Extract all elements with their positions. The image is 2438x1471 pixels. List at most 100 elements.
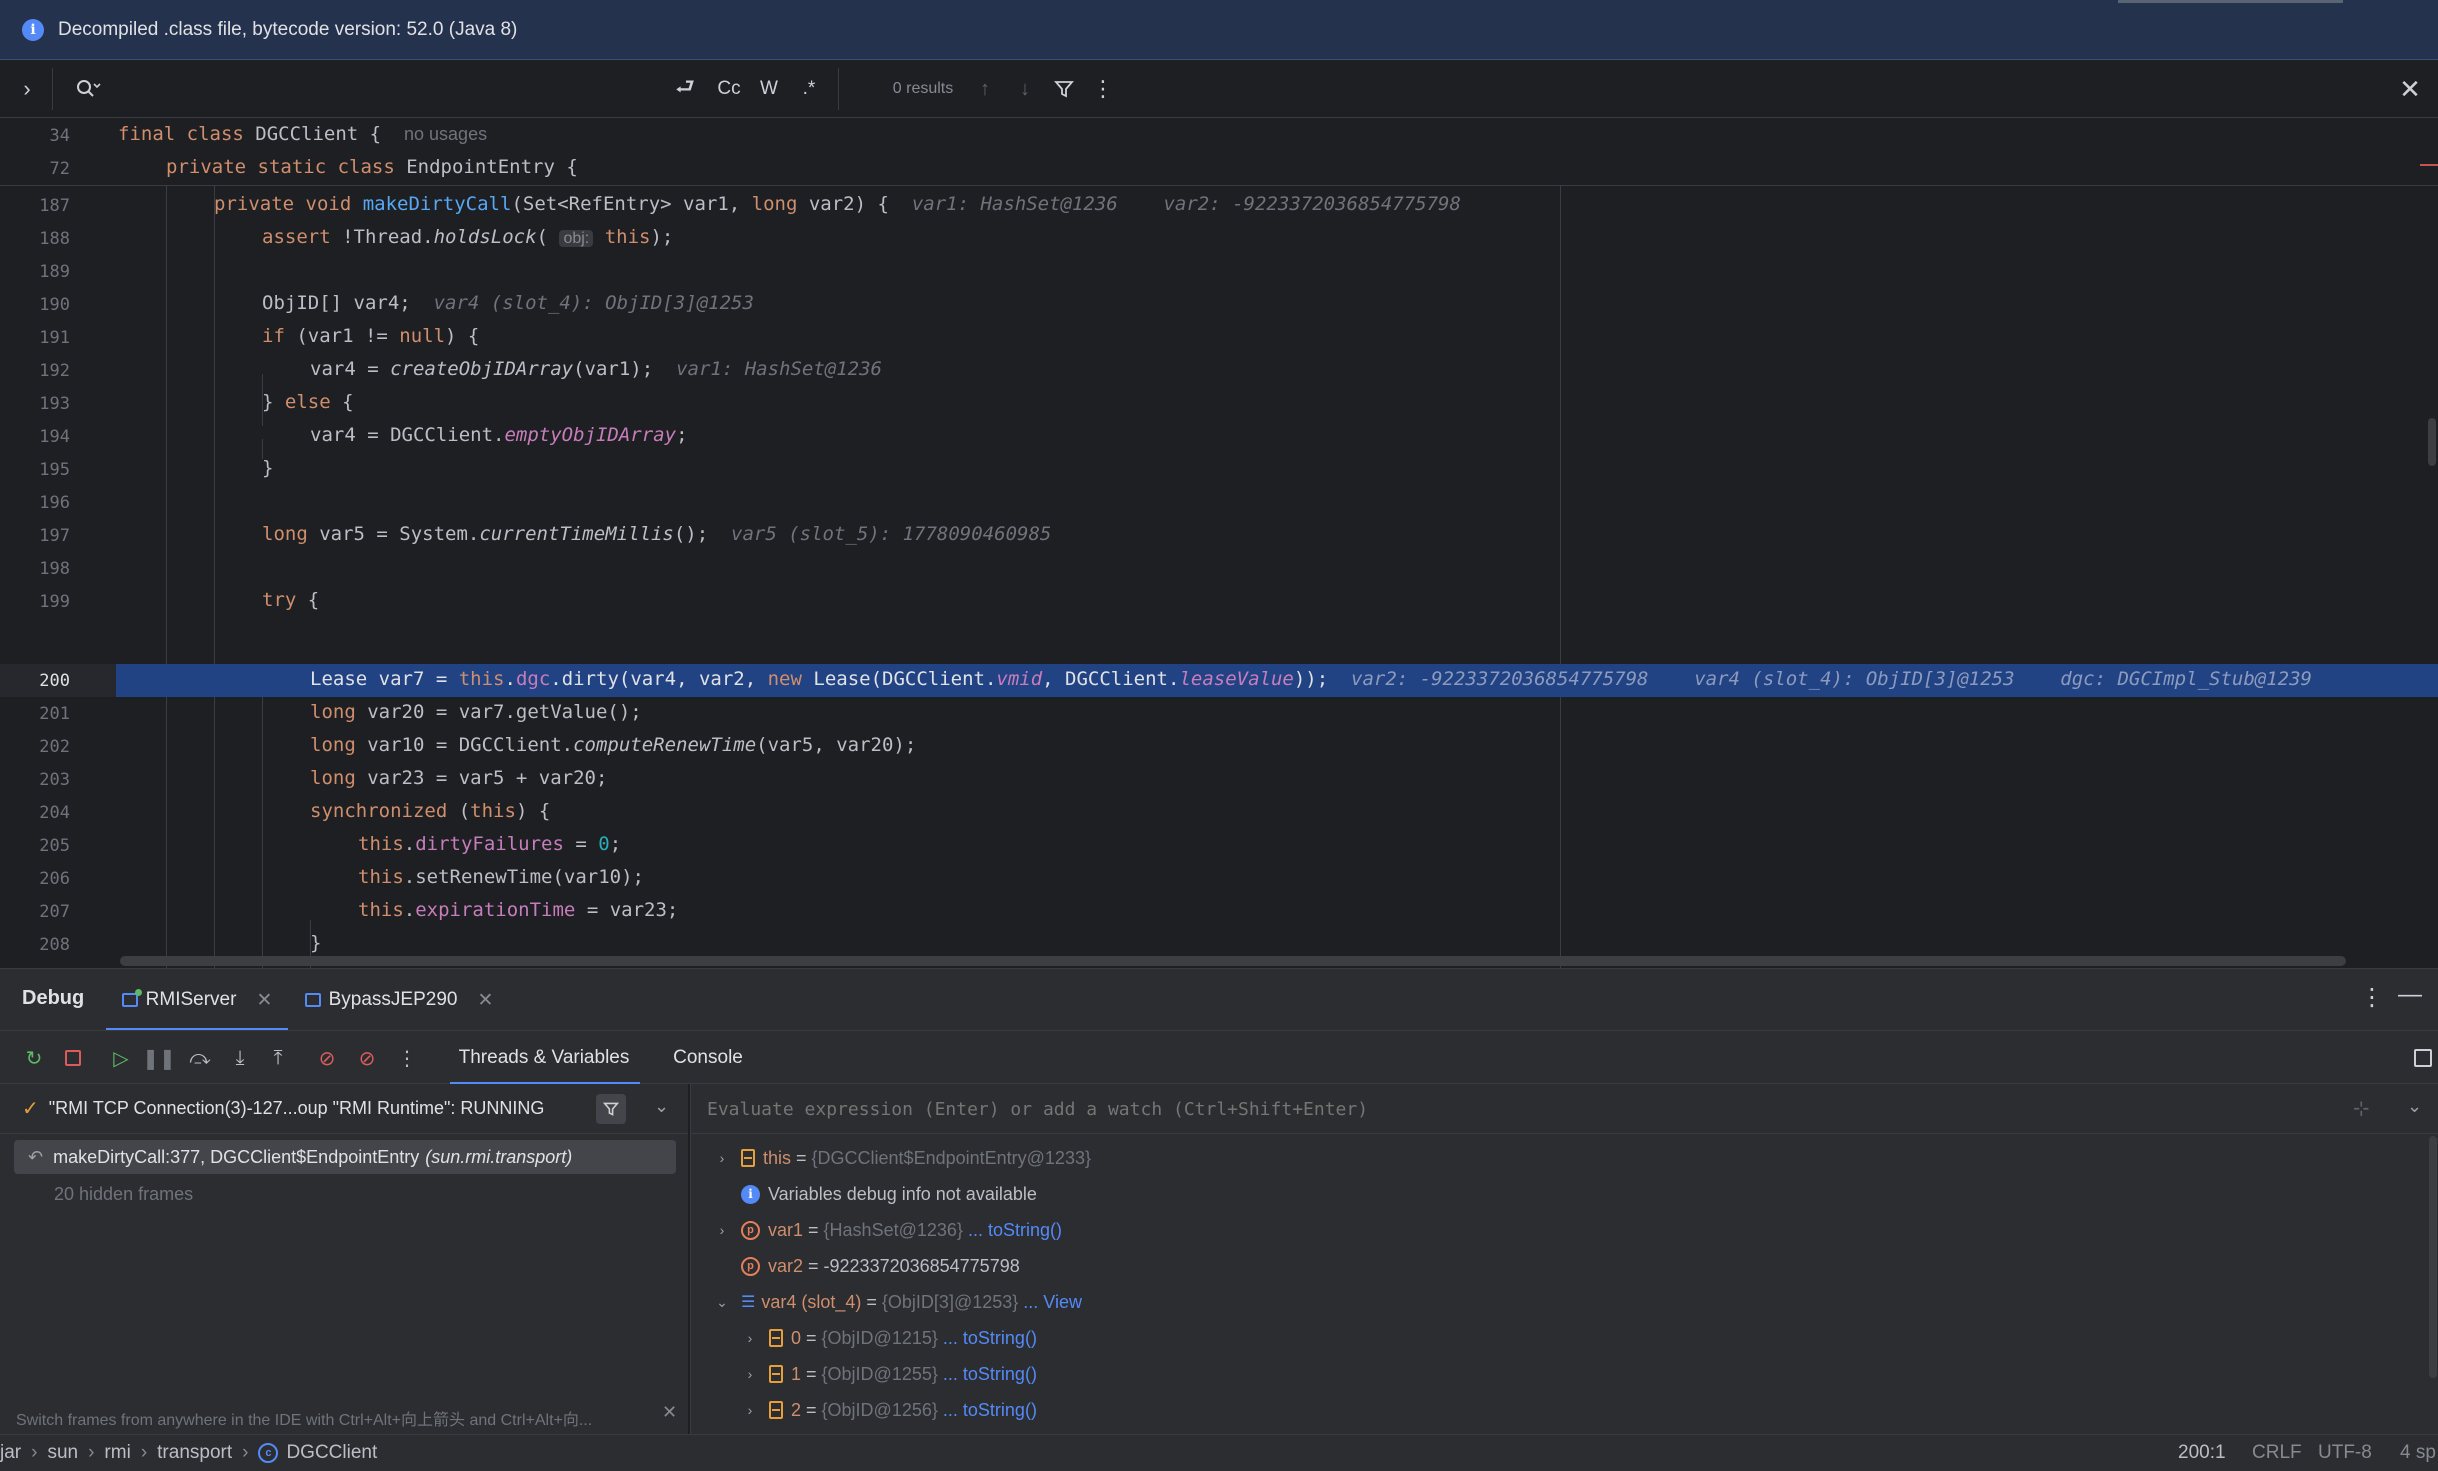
- search-history-icon[interactable]: [70, 60, 106, 118]
- breadcrumb-item[interactable]: transport: [157, 1442, 232, 1464]
- match-newline-toggle[interactable]: ⮐: [668, 60, 702, 118]
- sticky-line[interactable]: final class DGCClient { no usages: [118, 123, 487, 145]
- line-number: 208: [39, 935, 70, 955]
- step-into-icon[interactable]: ⤓: [224, 1031, 256, 1085]
- tab-console[interactable]: Console: [664, 1031, 752, 1085]
- variable-row-var4[interactable]: ⌄ ☰ var4 (slot_4) = {ObjID[3]@1253} ... …: [691, 1284, 2391, 1320]
- stop-icon[interactable]: [58, 1031, 88, 1085]
- file-encoding[interactable]: UTF-8: [2318, 1442, 2372, 1464]
- code-line: long var20 = var7.getValue();: [310, 701, 642, 723]
- close-find-icon[interactable]: ✕: [2394, 60, 2426, 118]
- variable-row-element-1[interactable]: › 1 = {ObjID@1255} ... toString(): [691, 1356, 2391, 1392]
- chevron-right-icon[interactable]: ›: [713, 1150, 731, 1166]
- breadcrumb-item[interactable]: DGCClient: [286, 1442, 377, 1464]
- thread-selector[interactable]: ✓ "RMI TCP Connection(3)-127...oup "RMI …: [0, 1084, 688, 1134]
- line-number: 188: [39, 229, 70, 249]
- mute-breakpoints-icon[interactable]: ⊘: [350, 1031, 384, 1085]
- stack-frame-selected[interactable]: ↶ makeDirtyCall:377, DGCClient$EndpointE…: [14, 1140, 676, 1174]
- parameter-icon: p: [741, 1256, 760, 1276]
- filter-icon[interactable]: [1050, 60, 1078, 118]
- code-editor[interactable]: 185 } 186 187 private void makeDirtyCall…: [0, 118, 2438, 968]
- filter-icon[interactable]: [596, 1094, 626, 1124]
- more-options-icon[interactable]: ⋮: [1090, 60, 1116, 118]
- run-config-icon: [304, 993, 321, 1007]
- rerun-icon[interactable]: ↻: [18, 1031, 50, 1085]
- indent-setting[interactable]: 4 sp: [2400, 1442, 2436, 1464]
- var-eq: =: [861, 1291, 882, 1312]
- line-number: 206: [39, 869, 70, 889]
- breadcrumb-item[interactable]: rmi: [104, 1442, 130, 1464]
- code-line: ObjID[] var4; var4 (slot_4): ObjID[3]@12…: [262, 292, 754, 314]
- more-options-icon[interactable]: ⋮: [2360, 983, 2384, 1012]
- tab-bypassjep290[interactable]: BypassJEP290 ✕: [304, 969, 494, 1031]
- minimize-icon[interactable]: —: [2398, 981, 2422, 1009]
- var-name: this: [763, 1147, 792, 1168]
- chevron-right-icon[interactable]: ›: [713, 1222, 731, 1238]
- add-watch-icon[interactable]: ⊹: [2353, 1096, 2370, 1121]
- view-link[interactable]: ... View: [1023, 1292, 1082, 1313]
- match-case-toggle[interactable]: Cc: [712, 60, 746, 118]
- variable-row-var1[interactable]: › p var1 = {HashSet@1236} ... toString(): [691, 1212, 2391, 1248]
- step-out-icon[interactable]: ⤒: [262, 1031, 294, 1085]
- line-separator[interactable]: CRLF: [2252, 1442, 2302, 1464]
- line-number-current: 200: [39, 671, 70, 691]
- var-value: {ObjID@1255}: [821, 1363, 938, 1384]
- sticky-line[interactable]: private static class EndpointEntry {: [166, 156, 578, 178]
- tostring-link[interactable]: ... toString(): [943, 1400, 1037, 1421]
- variable-row-element-2[interactable]: › 2 = {ObjID@1256} ... toString(): [691, 1392, 2391, 1428]
- chevron-right-icon[interactable]: ›: [741, 1330, 759, 1346]
- pause-icon[interactable]: ❚❚: [142, 1031, 176, 1085]
- evaluate-expression-bar: ⊹ ⌄: [691, 1084, 2438, 1134]
- resume-icon[interactable]: ▷: [104, 1031, 138, 1085]
- tostring-link[interactable]: ... toString(): [943, 1364, 1037, 1385]
- chevron-right-icon[interactable]: ›: [741, 1366, 759, 1382]
- var-name: var1: [768, 1219, 804, 1240]
- whole-word-toggle[interactable]: W: [752, 60, 786, 118]
- debug-toolbar: ↻ ▷ ❚❚ ⤼ ⤓ ⤒ ⊘ ⊘ ⋮ Threads & Variables C…: [0, 1030, 2438, 1085]
- chevron-right-icon[interactable]: ›: [741, 1402, 759, 1418]
- var-value: {ObjID@1215}: [821, 1327, 938, 1348]
- expand-replace-icon[interactable]: ›: [12, 60, 42, 118]
- close-tab-icon[interactable]: ✕: [477, 989, 493, 1012]
- hidden-frames-toggle[interactable]: 20 hidden frames: [54, 1184, 193, 1205]
- step-over-icon[interactable]: ⤼: [184, 1031, 216, 1085]
- tostring-link[interactable]: ... toString(): [943, 1328, 1037, 1349]
- chevron-down-icon[interactable]: ⌄: [713, 1294, 731, 1311]
- chevron-right-icon: ›: [88, 1442, 95, 1463]
- evaluate-expression-input[interactable]: [707, 1092, 2307, 1126]
- var-name: var4 (slot_4): [761, 1291, 862, 1312]
- variable-row-element-0[interactable]: › 0 = {ObjID@1215} ... toString(): [691, 1320, 2391, 1356]
- search-input[interactable]: [110, 70, 650, 108]
- code-line: private void makeDirtyCall(Set<RefEntry>…: [214, 193, 1461, 215]
- variable-row-this[interactable]: › this = {DGCClient$EndpointEntry@1233}: [691, 1140, 2391, 1176]
- close-tip-icon[interactable]: ✕: [662, 1402, 677, 1423]
- code-line-current: Lease var7 = this.dgc.dirty(var4, var2, …: [310, 668, 2312, 690]
- class-icon: c: [258, 1443, 279, 1463]
- vertical-scrollbar[interactable]: [2428, 418, 2436, 466]
- var-eq: =: [801, 1327, 822, 1348]
- find-bar: › ⮐ Cc W .* 0 results ↑ ↓ ⋮ ✕: [0, 60, 2438, 118]
- view-breakpoints-icon[interactable]: ⊘: [310, 1031, 344, 1085]
- caret-position[interactable]: 200:1: [2178, 1442, 2226, 1464]
- frames-panel: ✓ "RMI TCP Connection(3)-127...oup "RMI …: [0, 1084, 688, 1434]
- variables-scrollbar[interactable]: [2429, 1136, 2437, 1378]
- layout-settings-icon[interactable]: [2408, 1031, 2438, 1085]
- horizontal-scrollbar[interactable]: [120, 956, 2346, 966]
- inline-value-hint: dgc: DGCImpl_Stub@1239: [2060, 668, 2312, 690]
- tostring-link[interactable]: ... toString(): [968, 1220, 1062, 1241]
- close-tab-icon[interactable]: ✕: [256, 989, 272, 1012]
- next-occurrence-icon[interactable]: ↓: [1012, 60, 1038, 118]
- chevron-down-icon[interactable]: ⌄: [654, 1096, 669, 1117]
- var-name: 0: [791, 1327, 802, 1348]
- banner-text: Decompiled .class file, bytecode version…: [58, 18, 518, 40]
- variable-row-var2[interactable]: p var2 = -9223372036854775798: [691, 1248, 2391, 1284]
- breadcrumb-item[interactable]: jar: [0, 1442, 21, 1464]
- sticky-scroll-header[interactable]: 34 final class DGCClient { no usages 72 …: [0, 118, 2438, 186]
- chevron-down-icon[interactable]: ⌄: [2407, 1096, 2422, 1117]
- more-actions-icon[interactable]: ⋮: [392, 1031, 422, 1085]
- breadcrumb-item[interactable]: sun: [47, 1442, 78, 1464]
- tab-threads-variables[interactable]: Threads & Variables: [446, 1031, 642, 1085]
- previous-occurrence-icon[interactable]: ↑: [972, 60, 998, 118]
- tab-rmiserver[interactable]: RMIServer ✕: [106, 969, 288, 1031]
- regex-toggle[interactable]: .*: [792, 60, 826, 118]
